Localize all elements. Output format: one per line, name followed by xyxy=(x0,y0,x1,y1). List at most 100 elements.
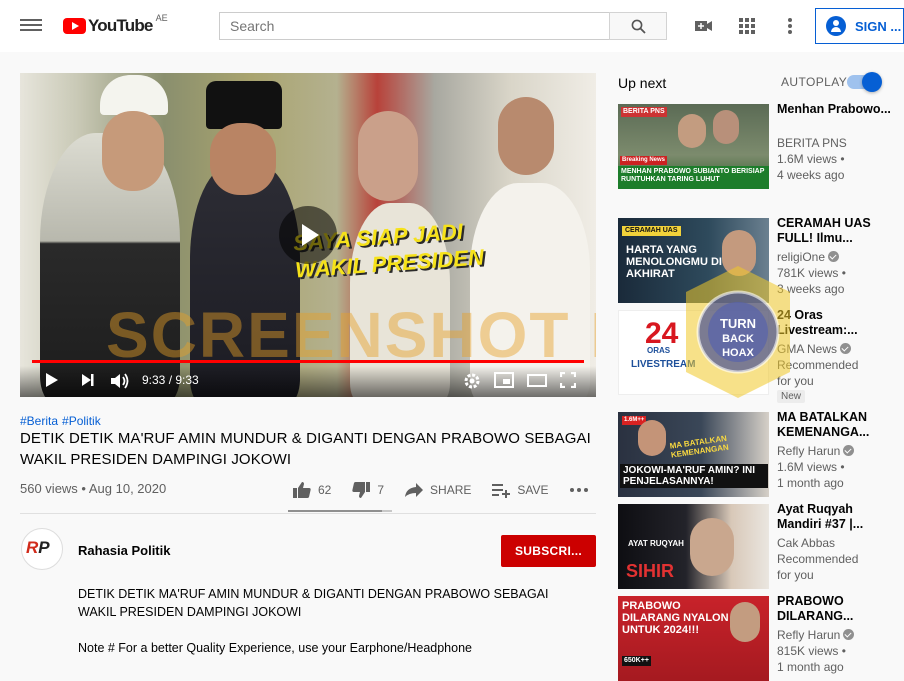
recommended-title: MA BATALKAN KEMENANGA... xyxy=(777,410,870,439)
like-button[interactable]: 62 xyxy=(292,481,331,499)
verified-check-icon xyxy=(828,251,840,262)
autoplay-label: AUTOPLAY xyxy=(781,75,848,89)
video-thumbnail: CERAMAH UAS HARTA YANG MENOLONGMU DI AKH… xyxy=(618,218,769,303)
recommended-video[interactable]: AYAT RUQYAH SIHIR Ayat Ruqyah Mandiri #3… xyxy=(618,502,898,589)
big-play-button[interactable] xyxy=(279,206,337,264)
channel-name[interactable]: Rahasia Politik xyxy=(78,543,170,558)
video-thumbnail: 1.6M++ MA BATALKAN KEMENANGAN JOKOWI-MA'… xyxy=(618,412,769,497)
thumbnail-figure xyxy=(690,518,734,576)
play-icon[interactable] xyxy=(45,372,59,393)
new-badge: New xyxy=(777,390,806,403)
theater-mode-icon[interactable] xyxy=(527,372,547,393)
thumbnail-label: AYAT RUQYAH xyxy=(628,539,684,548)
black-cap xyxy=(206,81,282,129)
search-button[interactable] xyxy=(609,12,667,40)
subscribe-button[interactable]: SUBSCRI... xyxy=(501,535,596,567)
recommended-video[interactable]: 24 ORAS LIVESTREAM 24 Oras Livestream:..… xyxy=(618,308,898,403)
next-icon[interactable] xyxy=(81,372,95,393)
apps-grid-icon[interactable] xyxy=(737,16,757,36)
recommended-age: 3 weeks ago xyxy=(777,282,845,296)
recommended-title: 24 Oras Livestream:... xyxy=(777,308,858,337)
view-count-date: 560 views • Aug 10, 2020 xyxy=(20,481,167,496)
video-title: DETIK DETIK MA'RUF AMIN MUNDUR & DIGANTI… xyxy=(20,430,591,468)
more-actions-button[interactable] xyxy=(569,487,595,493)
like-dislike-ratio-bar xyxy=(288,510,392,512)
recommended-views: 1.6M views • xyxy=(777,460,845,474)
like-count: 62 xyxy=(318,483,332,497)
thumbnail-label: Breaking News xyxy=(620,156,668,165)
recommended-channel: GMA News xyxy=(777,342,852,356)
recommended-views: 1.6M views • xyxy=(777,152,845,166)
create-video-icon[interactable] xyxy=(694,16,714,36)
search-input[interactable] xyxy=(219,12,610,40)
save-button[interactable]: SAVE xyxy=(491,482,549,498)
logo-wordmark: YouTube xyxy=(88,16,153,35)
hamburger-menu-icon[interactable] xyxy=(20,16,42,36)
share-arrow-icon xyxy=(405,483,424,497)
account-icon xyxy=(826,16,846,36)
country-code: AE xyxy=(155,13,168,23)
recommended-age: 1 month ago xyxy=(777,476,844,490)
sign-in-label: SIGN ... xyxy=(855,18,902,34)
video-thumbnail: AYAT RUQYAH SIHIR xyxy=(618,504,769,589)
settings-gear-icon[interactable] xyxy=(463,372,481,395)
volume-icon[interactable] xyxy=(110,372,130,395)
thumbnail-label: LIVESTREAM xyxy=(631,359,696,370)
video-actions: 62 7 SHARE SAVE xyxy=(292,478,615,502)
thumbnail-figure xyxy=(678,114,706,148)
recommended-video[interactable]: 1.6M++ MA BATALKAN KEMENANGAN JOKOWI-MA'… xyxy=(618,410,898,497)
miniplayer-icon[interactable] xyxy=(494,372,514,393)
verified-check-icon xyxy=(843,445,855,456)
fullscreen-icon[interactable] xyxy=(559,371,577,393)
channel-avatar-logo: RP xyxy=(26,538,50,557)
verified-check-icon xyxy=(840,343,852,354)
dislike-count: 7 xyxy=(377,483,385,497)
sign-in-button[interactable]: SIGN ... xyxy=(815,8,904,44)
autoplay-toggle[interactable] xyxy=(847,72,882,92)
masthead: YouTube AE SIGN ... xyxy=(0,0,904,52)
hashtag-link[interactable]: #Berita xyxy=(20,414,58,428)
verified-check-icon xyxy=(843,629,855,640)
youtube-logo[interactable]: YouTube AE xyxy=(63,13,168,37)
thumbnail-text: MENHAN PRABOWO SUBIANTO BERISIAP RUNTUHK… xyxy=(618,166,769,189)
recommended-channel: Refly Harun xyxy=(777,444,855,458)
recommended-age: for you xyxy=(777,374,814,388)
thumbnail-sub: ORAS xyxy=(647,346,671,355)
up-next-heading: Up next xyxy=(618,75,667,91)
recommended-views: 781K views • xyxy=(777,266,846,280)
thumbnail-figure xyxy=(713,110,739,144)
like-ratio-fill xyxy=(288,510,382,512)
channel-avatar[interactable]: RP xyxy=(21,528,63,570)
video-player[interactable]: SAYA SIAP JADI WAKIL PRESIDEN SCREENSHOT… xyxy=(20,73,596,397)
dislike-button[interactable]: 7 xyxy=(351,481,384,499)
recommended-channel: Cak Abbas xyxy=(777,536,836,550)
thumbnail-text: SIHIR xyxy=(626,561,675,581)
playlist-add-icon xyxy=(492,484,511,498)
video-thumbnail: PRABOWO DILARANG NYALON UNTUK 2024!!! 65… xyxy=(618,596,769,681)
recommended-video[interactable]: PRABOWO DILARANG NYALON UNTUK 2024!!! 65… xyxy=(618,594,898,681)
thumbs-down-icon xyxy=(352,482,371,498)
divider xyxy=(20,513,596,514)
recommended-views: Recommended xyxy=(777,552,859,566)
thumbnail-text: JOKOWI-MA'RUF AMIN? INI PENJELASANNYA! xyxy=(620,464,768,488)
share-button[interactable]: SHARE xyxy=(404,482,471,498)
recommended-age: 4 weeks ago xyxy=(777,168,845,182)
recommended-title: Menhan Prabowo... xyxy=(777,102,891,116)
settings-dots-icon[interactable] xyxy=(780,16,800,36)
search-icon xyxy=(631,19,646,34)
thumbnail-badge: 650K++ xyxy=(622,656,651,666)
recommended-title: Ayat Ruqyah Mandiri #37 |... xyxy=(777,502,864,531)
thumbnail-text: PRABOWO DILARANG NYALON UNTUK 2024!!! xyxy=(622,600,729,637)
recommended-video[interactable]: CERAMAH UAS HARTA YANG MENOLONGMU DI AKH… xyxy=(618,216,898,303)
video-description: DETIK DETIK MA'RUF AMIN MUNDUR & DIGANTI… xyxy=(78,585,578,675)
person-face xyxy=(498,97,554,175)
hashtags: #Berita #Politik xyxy=(20,414,105,428)
recommended-views: Recommended xyxy=(777,358,859,372)
recommended-channel: Refly Harun xyxy=(777,628,855,642)
person-face xyxy=(102,111,164,191)
progress-bar[interactable] xyxy=(32,360,584,363)
save-label: SAVE xyxy=(517,483,549,497)
recommended-video[interactable]: BERITA PNS Breaking News MENHAN PRABOWO … xyxy=(618,102,898,189)
hashtag-link[interactable]: #Politik xyxy=(62,414,101,428)
recommended-channel: religiOne xyxy=(777,250,840,264)
